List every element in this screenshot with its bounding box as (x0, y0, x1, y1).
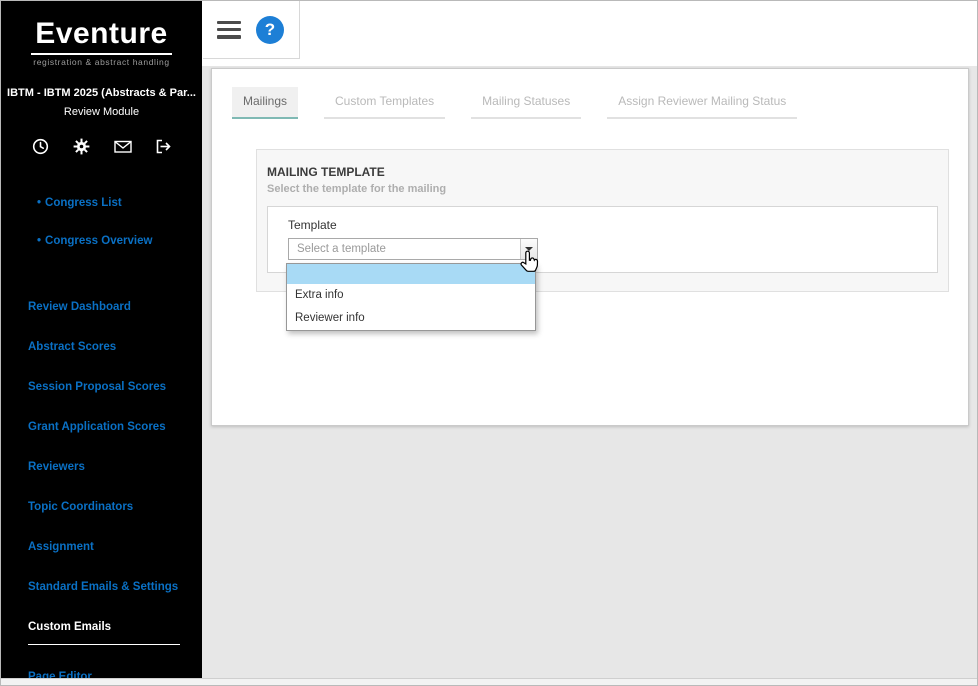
chevron-down-icon[interactable] (520, 239, 537, 259)
sidebar-item-topic-coordinators[interactable]: Topic Coordinators (1, 499, 202, 515)
bullet: • (37, 197, 41, 209)
settings-gear-icon[interactable] (73, 138, 90, 155)
question-mark-icon: ? (265, 20, 275, 40)
topbar-box: ? (203, 1, 300, 59)
horizontal-scrollbar[interactable] (1, 678, 977, 685)
mail-icon[interactable] (114, 138, 131, 155)
sidebar-item-custom-emails[interactable]: Custom Emails (1, 619, 202, 645)
sidebar-item-assignment[interactable]: Assignment (1, 539, 202, 555)
sidebar-item-congress-overview[interactable]: •Congress Overview (1, 235, 202, 247)
main-card: Mailings Custom Templates Mailing Status… (211, 68, 969, 426)
template-field-label: Template (288, 218, 937, 232)
sidebar-item-congress-list[interactable]: •Congress List (1, 197, 202, 209)
history-icon[interactable] (32, 138, 49, 155)
module-label: Review Module (1, 106, 202, 118)
bullet: • (37, 235, 41, 247)
tab-mailing-statuses[interactable]: Mailing Statuses (471, 87, 581, 119)
dropdown-option-reviewer-info[interactable]: Reviewer info (287, 307, 535, 330)
hamburger-icon (217, 21, 241, 25)
logout-icon[interactable] (155, 138, 172, 155)
sidebar-item-session-proposal-scores[interactable]: Session Proposal Scores (1, 379, 202, 395)
menu-button[interactable] (217, 21, 241, 39)
panel-title: MAILING TEMPLATE (267, 165, 938, 179)
congress-title: IBTM - IBTM 2025 (Abstracts & Par... (1, 87, 202, 99)
select-value: Select a template (289, 239, 537, 259)
dropdown-option-extra-info[interactable]: Extra info (287, 284, 535, 307)
sidebar-item-abstract-scores[interactable]: Abstract Scores (1, 339, 202, 355)
sidebar: Eventure registration & abstract handlin… (1, 1, 202, 680)
tab-custom-templates[interactable]: Custom Templates (324, 87, 445, 119)
logo-subtitle: registration & abstract handling (1, 57, 202, 67)
sidebar-item-reviewers[interactable]: Reviewers (1, 459, 202, 475)
sidebar-item-standard-emails-settings[interactable]: Standard Emails & Settings (1, 579, 202, 595)
logo: Eventure registration & abstract handlin… (1, 1, 202, 75)
sidebar-item-review-dashboard[interactable]: Review Dashboard (1, 299, 202, 315)
tab-assign-reviewer-mailing-status[interactable]: Assign Reviewer Mailing Status (607, 87, 797, 119)
app-window: Eventure registration & abstract handlin… (0, 0, 978, 686)
tab-mailings[interactable]: Mailings (232, 87, 298, 119)
sidebar-item-grant-application-scores[interactable]: Grant Application Scores (1, 419, 202, 435)
topbar: ? (202, 1, 977, 66)
logo-title: Eventure (31, 17, 171, 55)
sidebar-congress-links: •Congress List •Congress Overview (1, 197, 202, 247)
panel-subtitle: Select the template for the mailing (267, 183, 938, 195)
tab-bar: Mailings Custom Templates Mailing Status… (212, 69, 968, 119)
help-button[interactable]: ? (256, 16, 284, 44)
dropdown-option-empty[interactable] (287, 264, 535, 284)
template-select[interactable]: Select a template (288, 238, 538, 260)
sidebar-nav: Review Dashboard Abstract Scores Session… (1, 299, 202, 680)
template-dropdown: Extra info Reviewer info (286, 263, 536, 331)
sidebar-icon-row (1, 138, 202, 155)
